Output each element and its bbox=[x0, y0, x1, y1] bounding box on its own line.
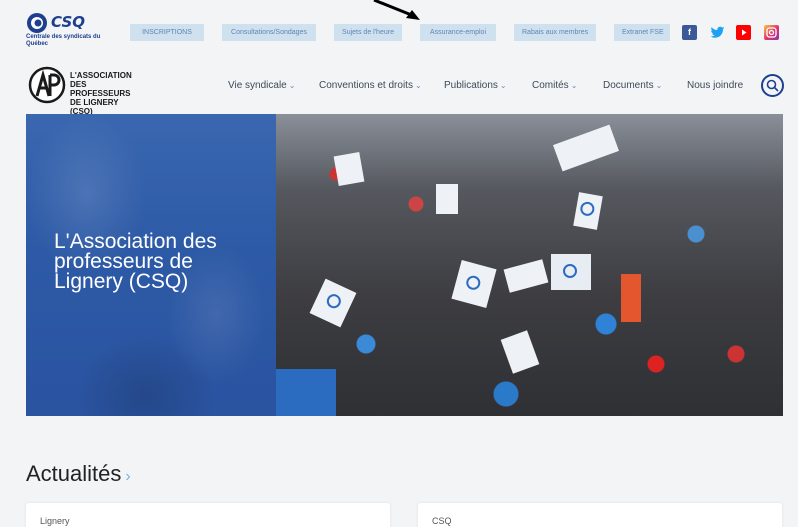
menu-label: Documents bbox=[603, 80, 654, 91]
chevron-down-icon: ⌄ bbox=[570, 81, 578, 90]
search-button[interactable] bbox=[761, 74, 784, 97]
menu-label: Comités bbox=[532, 80, 569, 91]
main-nav: L'ASSOCIATION DES PROFESSEURS DE LIGNERY… bbox=[0, 60, 798, 116]
protest-flag bbox=[436, 184, 458, 214]
news-card-category: CSQ bbox=[432, 516, 452, 526]
csq-swirl-icon bbox=[27, 13, 47, 33]
chevron-down-icon: ⌄ bbox=[499, 81, 507, 90]
association-name: L'ASSOCIATION DES PROFESSEURS DE LIGNERY… bbox=[70, 71, 132, 116]
chevron-down-icon: ⌄ bbox=[414, 81, 422, 90]
menu-comites[interactable]: Comités ⌄ bbox=[532, 80, 577, 91]
news-card[interactable]: Lignery bbox=[26, 503, 390, 527]
top-links: INSCRIPTIONS Consultations/Sondages Suje… bbox=[130, 24, 688, 41]
hero-title: L'Association des professeurs de Lignery… bbox=[54, 230, 217, 293]
pointer-arrow-icon bbox=[373, 0, 420, 20]
protest-flag bbox=[573, 192, 603, 230]
top-link-assurance-emploi[interactable]: Assurance-emploi bbox=[420, 24, 496, 41]
csq-logo[interactable]: CSQ Centrale des syndicats du Québec bbox=[26, 12, 116, 52]
association-logo[interactable]: L'ASSOCIATION DES PROFESSEURS DE LIGNERY… bbox=[28, 66, 138, 116]
menu-label: Conventions et droits bbox=[319, 80, 413, 91]
protest-flag bbox=[503, 259, 549, 293]
hero-banner: L'Association des professeurs de Lignery… bbox=[26, 114, 783, 416]
top-link-consultations[interactable]: Consultations/Sondages bbox=[222, 24, 316, 41]
menu-publications[interactable]: Publications ⌄ bbox=[444, 80, 507, 91]
menu-documents[interactable]: Documents ⌄ bbox=[603, 80, 662, 91]
top-link-extranet[interactable]: Extranet FSE bbox=[614, 24, 670, 41]
menu-label: Vie syndicale bbox=[228, 80, 287, 91]
protest-flag bbox=[451, 260, 497, 308]
top-link-inscriptions[interactable]: INSCRIPTIONS bbox=[130, 24, 204, 41]
hero-photo-crowd bbox=[276, 114, 783, 416]
menu-vie-syndicale[interactable]: Vie syndicale ⌄ bbox=[228, 80, 295, 91]
protest-flag bbox=[551, 254, 591, 290]
menu-label: Nous joindre bbox=[687, 80, 744, 91]
protest-flag bbox=[333, 151, 365, 187]
instagram-icon[interactable] bbox=[764, 25, 779, 40]
protest-banner bbox=[276, 369, 336, 416]
news-heading-text: Actualités bbox=[26, 461, 122, 486]
csq-subtitle: Centrale des syndicats du Québec bbox=[26, 34, 101, 47]
facebook-icon[interactable]: f bbox=[682, 25, 697, 40]
csq-logo-text: CSQ bbox=[51, 13, 86, 31]
news-card-category: Lignery bbox=[40, 516, 70, 526]
menu-nous-joindre[interactable]: Nous joindre bbox=[687, 80, 743, 91]
protest-flag bbox=[500, 330, 540, 374]
menu-conventions[interactable]: Conventions et droits ⌄ bbox=[319, 80, 422, 91]
youtube-icon[interactable] bbox=[736, 25, 751, 40]
news-heading[interactable]: Actualités › bbox=[26, 461, 131, 487]
top-link-rabais[interactable]: Rabais aux membres bbox=[514, 24, 596, 41]
top-link-sujets[interactable]: Sujets de l'heure bbox=[334, 24, 402, 41]
apl-monogram-icon bbox=[28, 66, 66, 104]
search-icon bbox=[766, 79, 779, 92]
page: CSQ Centrale des syndicats du Québec INS… bbox=[0, 0, 798, 527]
chevron-down-icon: ⌄ bbox=[288, 81, 296, 90]
chevron-right-icon: › bbox=[125, 468, 131, 485]
protest-flag bbox=[309, 278, 357, 328]
twitter-icon[interactable] bbox=[710, 25, 725, 40]
chevron-down-icon: ⌄ bbox=[655, 81, 663, 90]
protest-flag bbox=[553, 124, 619, 172]
menu-label: Publications bbox=[444, 80, 498, 91]
protest-sign bbox=[621, 274, 641, 322]
news-card[interactable]: CSQ bbox=[418, 503, 782, 527]
